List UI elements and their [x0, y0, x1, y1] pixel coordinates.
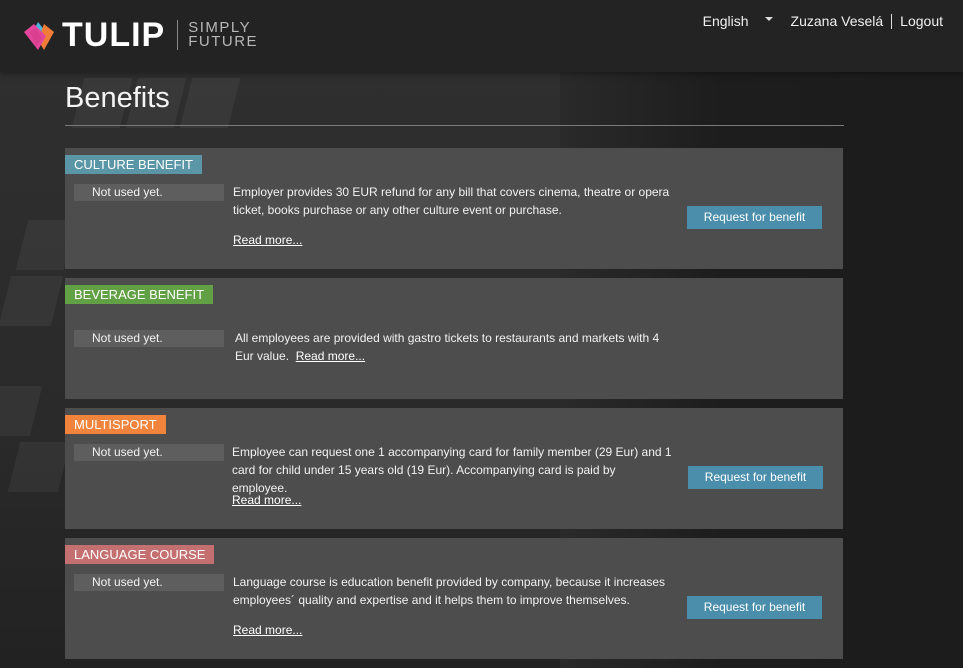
benefit-description: All employees are provided with gastro t…	[235, 329, 675, 365]
page-title: Benefits	[65, 82, 170, 114]
logout-link[interactable]: Logout	[900, 13, 943, 29]
read-more-link[interactable]: Read more...	[233, 233, 302, 247]
benefit-status: Not used yet.	[74, 574, 224, 591]
benefit-status: Not used yet.	[74, 184, 224, 201]
benefit-title: MULTISPORT	[65, 415, 166, 434]
request-benefit-button[interactable]: Request for benefit	[688, 466, 823, 489]
benefit-title: LANGUAGE COURSE	[65, 545, 215, 564]
logo[interactable]: TULIP SIMPLY FUTURE	[20, 17, 258, 53]
read-more-link[interactable]: Read more...	[232, 493, 301, 507]
read-more-link[interactable]: Read more...	[233, 623, 302, 637]
benefit-card-beverage: BEVERAGE BENEFIT Not used yet. All emplo…	[65, 278, 843, 399]
language-label: English	[702, 13, 749, 29]
logo-divider	[177, 20, 179, 50]
benefit-status: Not used yet.	[74, 330, 224, 347]
tagline-line-2: FUTURE	[188, 33, 259, 50]
title-divider	[65, 125, 844, 126]
benefit-description: Employer provides 30 EUR refund for any …	[233, 185, 670, 217]
benefit-card-culture: CULTURE BENEFIT Not used yet. Employer p…	[65, 148, 843, 269]
top-nav: English Zuzana Veselá Logout	[703, 13, 943, 29]
logo-tagline: SIMPLY FUTURE	[188, 20, 259, 50]
top-bar: TULIP SIMPLY FUTURE English Zuzana Vesel…	[0, 0, 963, 72]
request-benefit-button[interactable]: Request for benefit	[687, 596, 822, 619]
benefit-card-language: LANGUAGE COURSE Not used yet. Language c…	[65, 538, 843, 659]
logo-wordmark: TULIP	[62, 16, 166, 54]
benefit-title: BEVERAGE BENEFIT	[65, 285, 214, 304]
request-benefit-button[interactable]: Request for benefit	[687, 206, 822, 229]
user-name[interactable]: Zuzana Veselá	[791, 13, 884, 29]
benefit-card-multisport: MULTISPORT Not used yet. Employee can re…	[65, 408, 843, 529]
nav-divider	[891, 13, 893, 29]
tulip-logo-icon	[24, 22, 54, 50]
benefit-description: Language course is education benefit pro…	[233, 575, 666, 607]
benefit-description: Employee can request one 1 accompanying …	[232, 445, 672, 495]
caret-down-icon	[764, 17, 773, 21]
language-selector[interactable]: English	[703, 13, 791, 29]
benefit-status: Not used yet.	[74, 444, 224, 461]
benefit-title: CULTURE BENEFIT	[65, 155, 202, 174]
read-more-link[interactable]: Read more...	[296, 349, 365, 363]
